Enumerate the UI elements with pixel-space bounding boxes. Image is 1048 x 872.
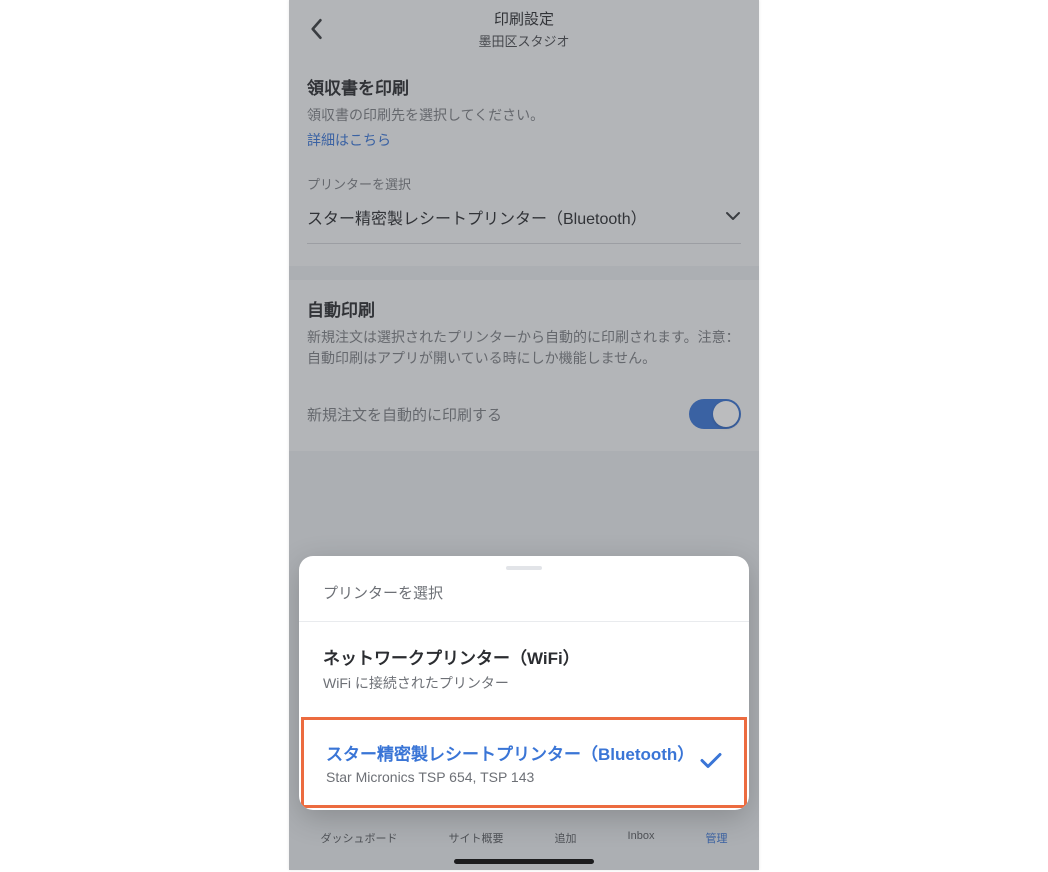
chevron-left-icon bbox=[309, 18, 323, 40]
tab-overview[interactable]: サイト概要 bbox=[449, 830, 504, 846]
tab-bar: ダッシュボード サイト概要 追加 Inbox 管理 bbox=[289, 820, 759, 852]
receipt-desc: 領収書の印刷先を選択してください。 bbox=[307, 105, 741, 126]
option-title: スター精密製レシートプリンター（Bluetooth） bbox=[326, 740, 722, 765]
page-subtitle: 墨田区スタジオ bbox=[478, 31, 569, 50]
back-button[interactable] bbox=[301, 14, 331, 44]
auto-toggle-label: 新規注文を自動的に印刷する bbox=[307, 404, 502, 425]
option-sub: Star Micronics TSP 654, TSP 143 bbox=[326, 769, 722, 785]
tab-add[interactable]: 追加 bbox=[555, 830, 577, 846]
option-sub: WiFi に接続されたプリンター bbox=[323, 673, 725, 693]
tab-manage[interactable]: 管理 bbox=[705, 830, 727, 846]
toggle-knob bbox=[713, 401, 739, 427]
auto-print-section: 自動印刷 新規注文は選択されたプリンターから自動的に印刷されます。注意：自動印刷… bbox=[289, 280, 759, 451]
option-bluetooth-printer[interactable]: スター精密製レシートプリンター（Bluetooth） Star Micronic… bbox=[301, 717, 747, 808]
receipt-title: 領収書を印刷 bbox=[307, 74, 741, 99]
printer-select-label: プリンターを選択 bbox=[307, 174, 741, 193]
chevron-down-icon bbox=[725, 208, 741, 226]
check-icon bbox=[700, 751, 722, 774]
tab-dashboard[interactable]: ダッシュボード bbox=[321, 830, 398, 846]
auto-desc: 新規注文は選択されたプリンターから自動的に印刷されます。注意：自動印刷はアプリが… bbox=[307, 327, 741, 369]
option-wifi-printer[interactable]: ネットワークプリンター（WiFi） WiFi に接続されたプリンター bbox=[299, 622, 749, 715]
printer-dropdown[interactable]: スター精密製レシートプリンター（Bluetooth） bbox=[307, 199, 741, 244]
option-title: ネットワークプリンター（WiFi） bbox=[323, 644, 725, 669]
receipt-section: 領収書を印刷 領収書の印刷先を選択してください。 詳細はこちら プリンターを選択… bbox=[289, 58, 759, 266]
tab-inbox[interactable]: Inbox bbox=[628, 830, 655, 846]
nav-header: 印刷設定 墨田区スタジオ bbox=[289, 0, 759, 58]
home-indicator[interactable] bbox=[454, 859, 594, 864]
printer-dropdown-value: スター精密製レシートプリンター（Bluetooth） bbox=[307, 205, 647, 229]
phone-frame: 印刷設定 墨田区スタジオ 領収書を印刷 領収書の印刷先を選択してください。 詳細… bbox=[289, 0, 759, 870]
sheet-title: プリンターを選択 bbox=[299, 576, 749, 621]
auto-title: 自動印刷 bbox=[307, 296, 741, 321]
printer-select-sheet: プリンターを選択 ネットワークプリンター（WiFi） WiFi に接続されたプリ… bbox=[299, 556, 749, 810]
details-link[interactable]: 詳細はこちら bbox=[307, 130, 391, 150]
auto-print-toggle[interactable] bbox=[689, 399, 741, 429]
page-title: 印刷設定 bbox=[478, 8, 569, 29]
sheet-handle[interactable] bbox=[506, 566, 542, 570]
